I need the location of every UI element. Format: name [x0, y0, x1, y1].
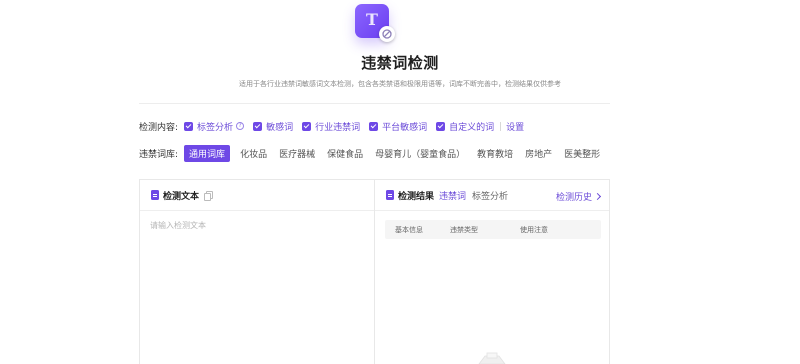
header-divider [139, 103, 610, 104]
checkbox-checked-icon[interactable] [369, 121, 379, 131]
lexicon-tag-general[interactable]: 通用词库 [184, 144, 231, 162]
detect-text-input[interactable] [150, 220, 364, 360]
page-header: T 违禁词检测 适用于各行业违禁词敏感词文本检测，包含各类禁语和极限用语等，词库… [0, 0, 800, 104]
detect-content-row: 检测内容: 标签分析 ? 敏感词 行业违禁词 平台敏感词 自定义的词 设置 [139, 118, 524, 134]
history-link[interactable]: 检测历史 [555, 190, 602, 203]
app-logo: T [355, 4, 395, 42]
lexicon-tag-education[interactable]: 教育教培 [477, 147, 513, 160]
lexicon-tag-medical-aesthetics[interactable]: 医美整形 [564, 147, 600, 160]
checkbox-checked-icon[interactable] [436, 121, 446, 131]
detect-content-label: 检测内容: [139, 122, 179, 133]
result-panel: 检测结果 违禁词 标签分析 检测历史 基本信息 违禁类型 使用注意 [374, 179, 610, 364]
lexicon-tag-cosmetics[interactable]: 化妆品 [240, 147, 267, 160]
help-icon[interactable]: ? [236, 122, 245, 130]
copy-icon[interactable] [204, 190, 214, 201]
lexicon-row: 违禁词库: 通用词库 化妆品 医疗器械 保健食品 母婴育儿（婴童食品） 教育教培… [139, 144, 612, 162]
empty-state-icon [478, 352, 506, 364]
divider [500, 121, 502, 131]
checkbox-label: 敏感词 [266, 122, 294, 133]
clipboard-icon [386, 190, 394, 200]
page-subtitle: 适用于各行业违禁词敏感词文本检测，包含各类禁语和极限用语等，词库不断完善中，检测… [239, 80, 561, 88]
checkbox-platform-sensitive-words[interactable]: 平台敏感词 [369, 120, 427, 133]
checkbox-tag-analysis[interactable]: 标签分析 ? [184, 120, 245, 133]
input-panel: 检测文本 [139, 179, 375, 364]
lexicon-tag-real-estate[interactable]: 房地产 [525, 147, 552, 160]
lexicon-tag-medical-devices[interactable]: 医疗器械 [279, 147, 315, 160]
checkbox-label: 自定义的词 [449, 122, 495, 133]
input-panel-header: 检测文本 [140, 180, 375, 211]
column-header: 使用注意 [520, 226, 548, 234]
checkbox-checked-icon[interactable] [302, 121, 312, 131]
tab-banned-words[interactable]: 违禁词 [439, 189, 466, 202]
checkbox-label: 平台敏感词 [382, 122, 428, 133]
settings-link[interactable]: 设置 [506, 120, 524, 133]
lexicon-tag-maternal-infant[interactable]: 母婴育儿（婴童食品） [375, 147, 465, 160]
column-header: 基本信息 [395, 226, 423, 234]
page-title: 违禁词检测 [361, 54, 439, 72]
tab-tag-analysis[interactable]: 标签分析 [472, 189, 508, 202]
checkbox-checked-icon[interactable] [253, 121, 263, 131]
result-table-header: 基本信息 违禁类型 使用注意 [385, 220, 601, 239]
checkbox-sensitive-words[interactable]: 敏感词 [253, 120, 293, 133]
lexicon-tag-health-food[interactable]: 保健食品 [327, 147, 363, 160]
checkbox-checked-icon[interactable] [184, 121, 194, 131]
checkbox-custom-words[interactable]: 自定义的词 [436, 120, 494, 133]
history-label: 检测历史 [555, 193, 592, 203]
checkbox-industry-banned-words[interactable]: 行业违禁词 [302, 120, 360, 133]
chevron-right-icon [593, 192, 602, 201]
forbidden-icon [379, 26, 395, 42]
checkbox-label: 行业违禁词 [315, 122, 361, 133]
lexicon-label: 违禁词库: [139, 149, 179, 160]
result-panel-title: 检测结果 [398, 191, 435, 202]
input-panel-title: 检测文本 [163, 191, 200, 202]
document-icon [151, 190, 159, 200]
checkbox-label: 标签分析 [197, 122, 234, 133]
column-header: 违禁类型 [450, 226, 478, 234]
